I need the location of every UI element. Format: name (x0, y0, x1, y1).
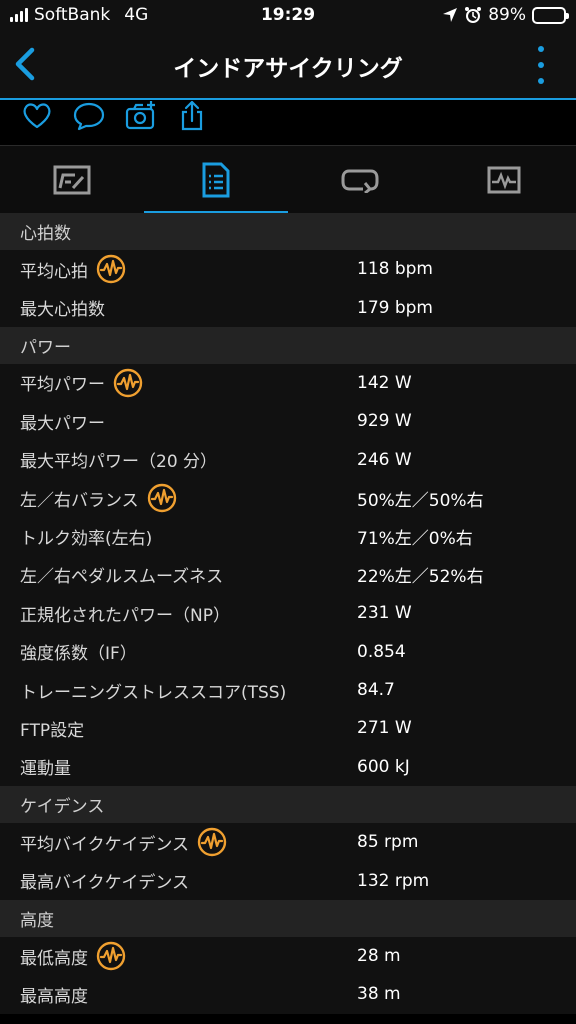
metric-row: トルク効率(左右) 71%左／0%右 (0, 517, 576, 556)
battery-percent: 89% (488, 5, 526, 25)
battery-icon (532, 6, 569, 24)
metric-value: 142 W (357, 372, 412, 393)
laps-tab-icon (341, 169, 379, 193)
metric-label: 左／右バランス (20, 490, 139, 511)
metric-label: 最大心拍数 (20, 300, 105, 321)
metric-label: 最低高度 (20, 948, 88, 969)
metric-value: 179 bpm (357, 297, 433, 318)
graph-tab-icon (487, 166, 521, 194)
metric-value: 0.854 (357, 641, 406, 662)
metric-row: 正規化されたパワー（NP） 231 W (0, 594, 576, 633)
metric-value: 50%左／50%右 (357, 490, 484, 511)
metric-label: 最大パワー (20, 413, 105, 434)
tab-details[interactable] (144, 146, 288, 214)
metric-label: 平均バイクケイデンス (20, 834, 189, 855)
metric-value: 246 W (357, 449, 412, 470)
metric-label: トルク効率(左右) (20, 529, 153, 550)
tab-laps[interactable] (288, 146, 432, 214)
metric-value: 271 W (357, 718, 412, 739)
metric-value: 929 W (357, 411, 412, 432)
share-icon[interactable] (176, 100, 210, 132)
alarm-clock-icon (465, 7, 482, 23)
metric-label: 最高高度 (20, 986, 88, 1007)
metric-label: 強度係数（IF） (20, 644, 137, 665)
metric-row: トレーニングストレススコア(TSS) 84.7 (0, 670, 576, 710)
metric-value: 231 W (357, 603, 412, 624)
metric-label: 平均心拍 (20, 261, 88, 282)
metric-row: 左／右バランス 50%左／50%右 (0, 478, 576, 518)
details-tab-icon (202, 162, 230, 198)
metric-row: 最大パワー 929 W (0, 402, 576, 441)
tab-overview[interactable] (0, 146, 144, 214)
navigation-bar: インドアサイクリング (0, 32, 576, 98)
action-bar (0, 100, 576, 145)
metric-value: 28 m (357, 946, 401, 967)
page-title: インドアサイクリング (173, 56, 403, 82)
tab-bar (0, 145, 576, 214)
metric-value: 85 rpm (357, 832, 419, 853)
metric-row: 平均パワー 142 W (0, 363, 576, 403)
metric-row: 最低高度 28 m (0, 936, 576, 976)
metric-label: 最高バイクケイデンス (20, 873, 189, 894)
metric-row: 最高高度 38 m (0, 975, 576, 1014)
metric-label: 左／右ペダルスムーズネス (20, 567, 224, 588)
chart-tab-icon (53, 165, 91, 195)
metric-row: 平均バイクケイデンス 85 rpm (0, 823, 576, 862)
metric-row: 最大平均パワー（20 分） 246 W (0, 440, 576, 479)
metric-label: 最大平均パワー（20 分） (20, 452, 218, 473)
vertical-ellipsis-icon[interactable] (536, 46, 546, 84)
metric-value: 600 kJ (357, 756, 410, 777)
metric-row: FTP設定 271 W (0, 709, 576, 748)
heart-wave-badge-icon[interactable] (96, 941, 126, 971)
camera-add-icon[interactable] (124, 100, 158, 132)
metric-label: 平均パワー (20, 375, 105, 396)
section-header: ケイデンス (0, 786, 576, 824)
metric-row: 最大心拍数 179 bpm (0, 288, 576, 327)
metric-value: 22%左／52%右 (357, 567, 484, 588)
metric-value: 132 rpm (357, 870, 430, 891)
heart-icon[interactable] (20, 100, 54, 132)
metric-value: 118 bpm (357, 259, 433, 280)
metric-value: 84.7 (357, 680, 395, 701)
metric-row: 強度係数（IF） 0.854 (0, 632, 576, 671)
section-header: 高度 (0, 899, 576, 937)
heart-wave-badge-icon[interactable] (197, 827, 227, 857)
tab-graphs[interactable] (432, 146, 576, 214)
heart-wave-badge-icon[interactable] (147, 483, 177, 513)
details-list: 心拍数 平均心拍 118 bpm 最大心拍数 179 bpm パワー 平均パワー 142 … (0, 213, 576, 1014)
metric-label: FTP設定 (20, 720, 85, 741)
metric-label: トレーニングストレススコア(TSS) (20, 682, 287, 703)
metric-row: 左／右ペダルスムーズネス 22%左／52%右 (0, 555, 576, 595)
status-bar: SoftBank 4G 19:29 89% (0, 0, 576, 32)
metric-value: 38 m (357, 984, 401, 1005)
metric-row: 平均心拍 118 bpm (0, 250, 576, 289)
metric-value: 71%左／0%右 (357, 529, 473, 550)
heart-wave-badge-icon[interactable] (96, 254, 126, 284)
heart-wave-badge-icon[interactable] (113, 368, 143, 398)
section-header: 心拍数 (0, 213, 576, 250)
section-header: パワー (0, 326, 576, 364)
metric-label: 運動量 (20, 759, 71, 780)
comment-icon[interactable] (72, 100, 106, 132)
metric-row: 運動量 600 kJ (0, 747, 576, 787)
metric-label: 正規化されたパワー（NP） (20, 605, 230, 626)
metric-row: 最高バイクケイデンス 132 rpm (0, 861, 576, 900)
location-arrow-icon (443, 8, 458, 22)
